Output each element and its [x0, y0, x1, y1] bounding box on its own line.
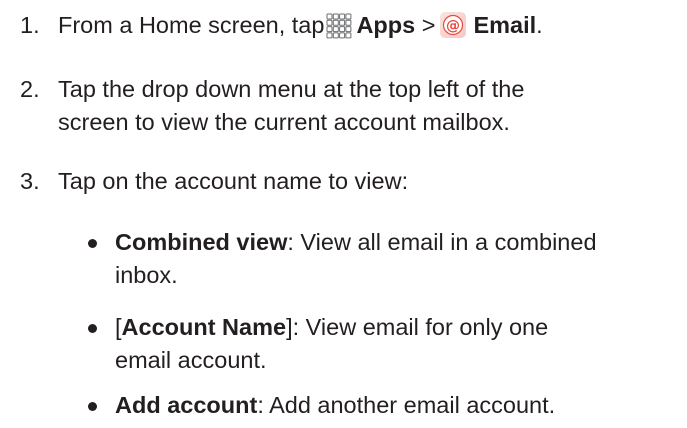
bullet-term: Add account: [115, 392, 258, 418]
bullet-description: : View email for only one: [292, 314, 549, 340]
bullet-dot: [88, 402, 97, 411]
bullet-text: Combined view: View all email in a combi…: [115, 226, 680, 292]
bullet-dot: [88, 324, 97, 333]
email-app-icon: @: [439, 11, 467, 39]
sentence-end: .: [536, 12, 543, 38]
bullet-description: : Add another email account.: [257, 392, 556, 418]
bullet-description-cont: inbox.: [115, 262, 178, 288]
step-number: 3.: [20, 168, 40, 194]
bullet-description: : View all email in a combined: [287, 229, 597, 255]
separator: >: [421, 12, 436, 38]
bullet-text: [Account Name]: View email for only one …: [115, 311, 680, 377]
bullet-text: Add account: Add another email account.: [115, 389, 680, 422]
apps-label: Apps: [356, 12, 416, 38]
instruction-document: 1. From a Home screen, tap Apps > @ Emai…: [0, 0, 687, 428]
bullet-dot: [88, 239, 97, 248]
bullet-description-cont: email account.: [115, 347, 267, 373]
apps-grid-icon: [326, 13, 352, 39]
step-number: 2.: [20, 76, 40, 102]
email-label: Email: [473, 12, 537, 38]
step-2-line-2: screen to view the current account mailb…: [58, 109, 510, 135]
svg-text:@: @: [446, 18, 460, 34]
step-text: From a Home screen, tap Apps > @ Email.: [58, 9, 678, 42]
step-text: Tap on the account name to view:: [58, 168, 409, 194]
step-number: 1.: [20, 12, 40, 38]
step-2-line-1: Tap the drop down menu at the top left o…: [58, 76, 525, 102]
step-1-text: From a Home screen, tap: [58, 12, 325, 38]
bullet-term: Account Name: [121, 314, 287, 340]
step-text: Tap the drop down menu at the top left o…: [58, 73, 678, 139]
bullet-term: Combined view: [115, 229, 288, 255]
